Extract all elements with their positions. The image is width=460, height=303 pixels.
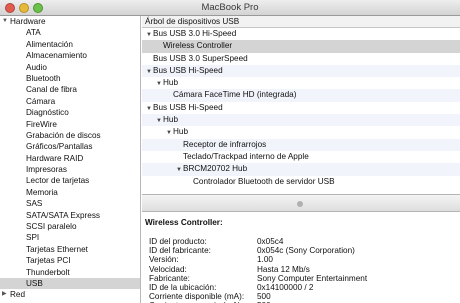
sidebar: ▼ Hardware ATA Alimentación Almacenamiento Au… [0, 16, 141, 303]
splitter-grip-icon[interactable] [297, 201, 303, 207]
tree-row[interactable]: ▼BRCM20702 Hub [142, 163, 460, 176]
property-key: Corriente disponible (mA): [149, 292, 245, 302]
sidebar-item[interactable]: Memoria [0, 187, 140, 198]
sidebar-item[interactable]: Grabación de discos [0, 130, 140, 141]
property-value: 0x054c (Sony Corporation) [257, 246, 355, 256]
tree-row-label: Cámara FaceTime HD (integrada) [173, 90, 297, 100]
property-value: 500 [257, 292, 271, 302]
tree-row[interactable]: Controlador Bluetooth de servidor USB [142, 176, 460, 188]
sidebar-item[interactable]: Almacenamiento [0, 50, 140, 61]
tree-row-label: Bus USB 3.0 Hi-Speed [153, 29, 237, 38]
tree-row-label: Bus USB Hi-Speed [153, 65, 223, 75]
tree-row-label: Bus USB 3.0 SuperSpeed [153, 53, 248, 63]
tree-row-label: Hub [163, 115, 179, 125]
disclosure-open-icon[interactable]: ▼ [2, 16, 8, 27]
tree-row[interactable]: ▼Hub [142, 126, 460, 138]
tree-row[interactable]: Teclado/Trackpad interno de Apple [142, 151, 460, 163]
sidebar-group[interactable]: ▶ Red [0, 289, 140, 300]
tree-row-label: Controlador Bluetooth de servidor USB [193, 176, 335, 186]
tree-row[interactable]: ▼Bus USB Hi-Speed [142, 64, 460, 78]
sidebar-group-label: Hardware [10, 17, 46, 26]
sidebar-item[interactable]: FireWire [0, 119, 140, 130]
window-titlebar: MacBook Pro [0, 0, 460, 16]
tree-row[interactable]: ▼Bus USB Hi-Speed [142, 102, 460, 114]
tree-row[interactable]: ▼Hub [142, 77, 460, 89]
tree-row[interactable]: Receptor de infrarrojos [142, 138, 460, 151]
sidebar-item[interactable]: Diagnóstico [0, 107, 140, 118]
sidebar-item[interactable]: USB [0, 277, 140, 290]
sidebar-item[interactable]: Audio [0, 62, 140, 73]
sidebar-item[interactable]: Alimentación [0, 39, 140, 50]
tree-header: Árbol de dispositivos USB [142, 16, 460, 28]
sidebar-item[interactable]: Gráficos/Pantallas [0, 141, 140, 152]
sidebar-item[interactable]: Canal de fibra [0, 84, 140, 95]
property-key: ID del fabricante: [149, 246, 211, 256]
tree-row-label: Teclado/Trackpad interno de Apple [183, 151, 309, 161]
tree-row[interactable]: Bus USB 3.0 SuperSpeed [142, 53, 460, 65]
tree-row-label: Wireless Controller [163, 41, 233, 51]
sidebar-item[interactable]: SPI [0, 232, 140, 243]
tree-row-label: Bus USB Hi-Speed [153, 102, 223, 112]
content-pane: Árbol de dispositivos USB ▼Bus USB 3.0 H… [142, 16, 460, 303]
tree-row-label: Hub [163, 78, 179, 88]
detail-pane: Wireless Controller: ID del producto: 0x0… [142, 212, 460, 303]
property-value: 0x05c4 [257, 237, 284, 246]
sidebar-item[interactable]: Lector de tarjetas [0, 175, 140, 186]
property-value: Sony Computer Entertainment [257, 273, 368, 283]
sidebar-group[interactable]: ▼ Hardware [0, 16, 140, 27]
pane-splitter[interactable] [142, 194, 460, 212]
disclosure-closed-icon[interactable]: ▶ [2, 289, 7, 300]
sidebar-item[interactable]: SATA/SATA Express [0, 210, 140, 221]
tree-row[interactable]: Wireless Controller [142, 40, 460, 53]
sidebar-item[interactable]: SAS [0, 198, 140, 209]
property-value: 1.00 [257, 255, 273, 265]
sidebar-item[interactable]: Impresoras [0, 164, 140, 175]
property-key: Versión: [149, 255, 179, 265]
usb-device-tree: Árbol de dispositivos USB ▼Bus USB 3.0 H… [142, 16, 460, 194]
sidebar-item[interactable]: SCSI paralelo [0, 221, 140, 232]
property-key: Fabricante: [149, 273, 190, 283]
sidebar-item[interactable]: Cámara [0, 96, 140, 107]
detail-title: Wireless Controller: [145, 218, 223, 227]
window-title: MacBook Pro [201, 2, 259, 13]
tree-row[interactable]: ▼Hub [142, 114, 460, 127]
sidebar-item[interactable]: Thunderbolt [0, 267, 140, 278]
property-key: Velocidad: [149, 264, 187, 274]
sidebar-item[interactable]: Bluetooth [0, 73, 140, 84]
sidebar-item[interactable]: Hardware RAID [0, 153, 140, 164]
tree-row-label: Receptor de infrarrojos [183, 139, 267, 149]
sidebar-item[interactable]: Tarjetas PCI [0, 255, 140, 266]
tree-row-label: BRCM20702 Hub [183, 164, 248, 174]
property-key: ID de la ubicación: [149, 282, 217, 292]
sidebar-group-label: Red [10, 290, 26, 300]
tree-row[interactable]: Cámara FaceTime HD (integrada) [142, 89, 460, 102]
sidebar-item[interactable]: Tarjetas Ethernet [0, 244, 140, 255]
property-value: 0x14100000 / 2 [257, 282, 314, 292]
property-key: ID del producto: [149, 237, 207, 246]
sidebar-item[interactable]: ATA [0, 27, 140, 38]
property-value: Hasta 12 Mb/s [257, 264, 310, 274]
tree-row[interactable]: ▼Bus USB 3.0 Hi-Speed [142, 28, 460, 40]
tree-row-label: Hub [173, 127, 189, 137]
